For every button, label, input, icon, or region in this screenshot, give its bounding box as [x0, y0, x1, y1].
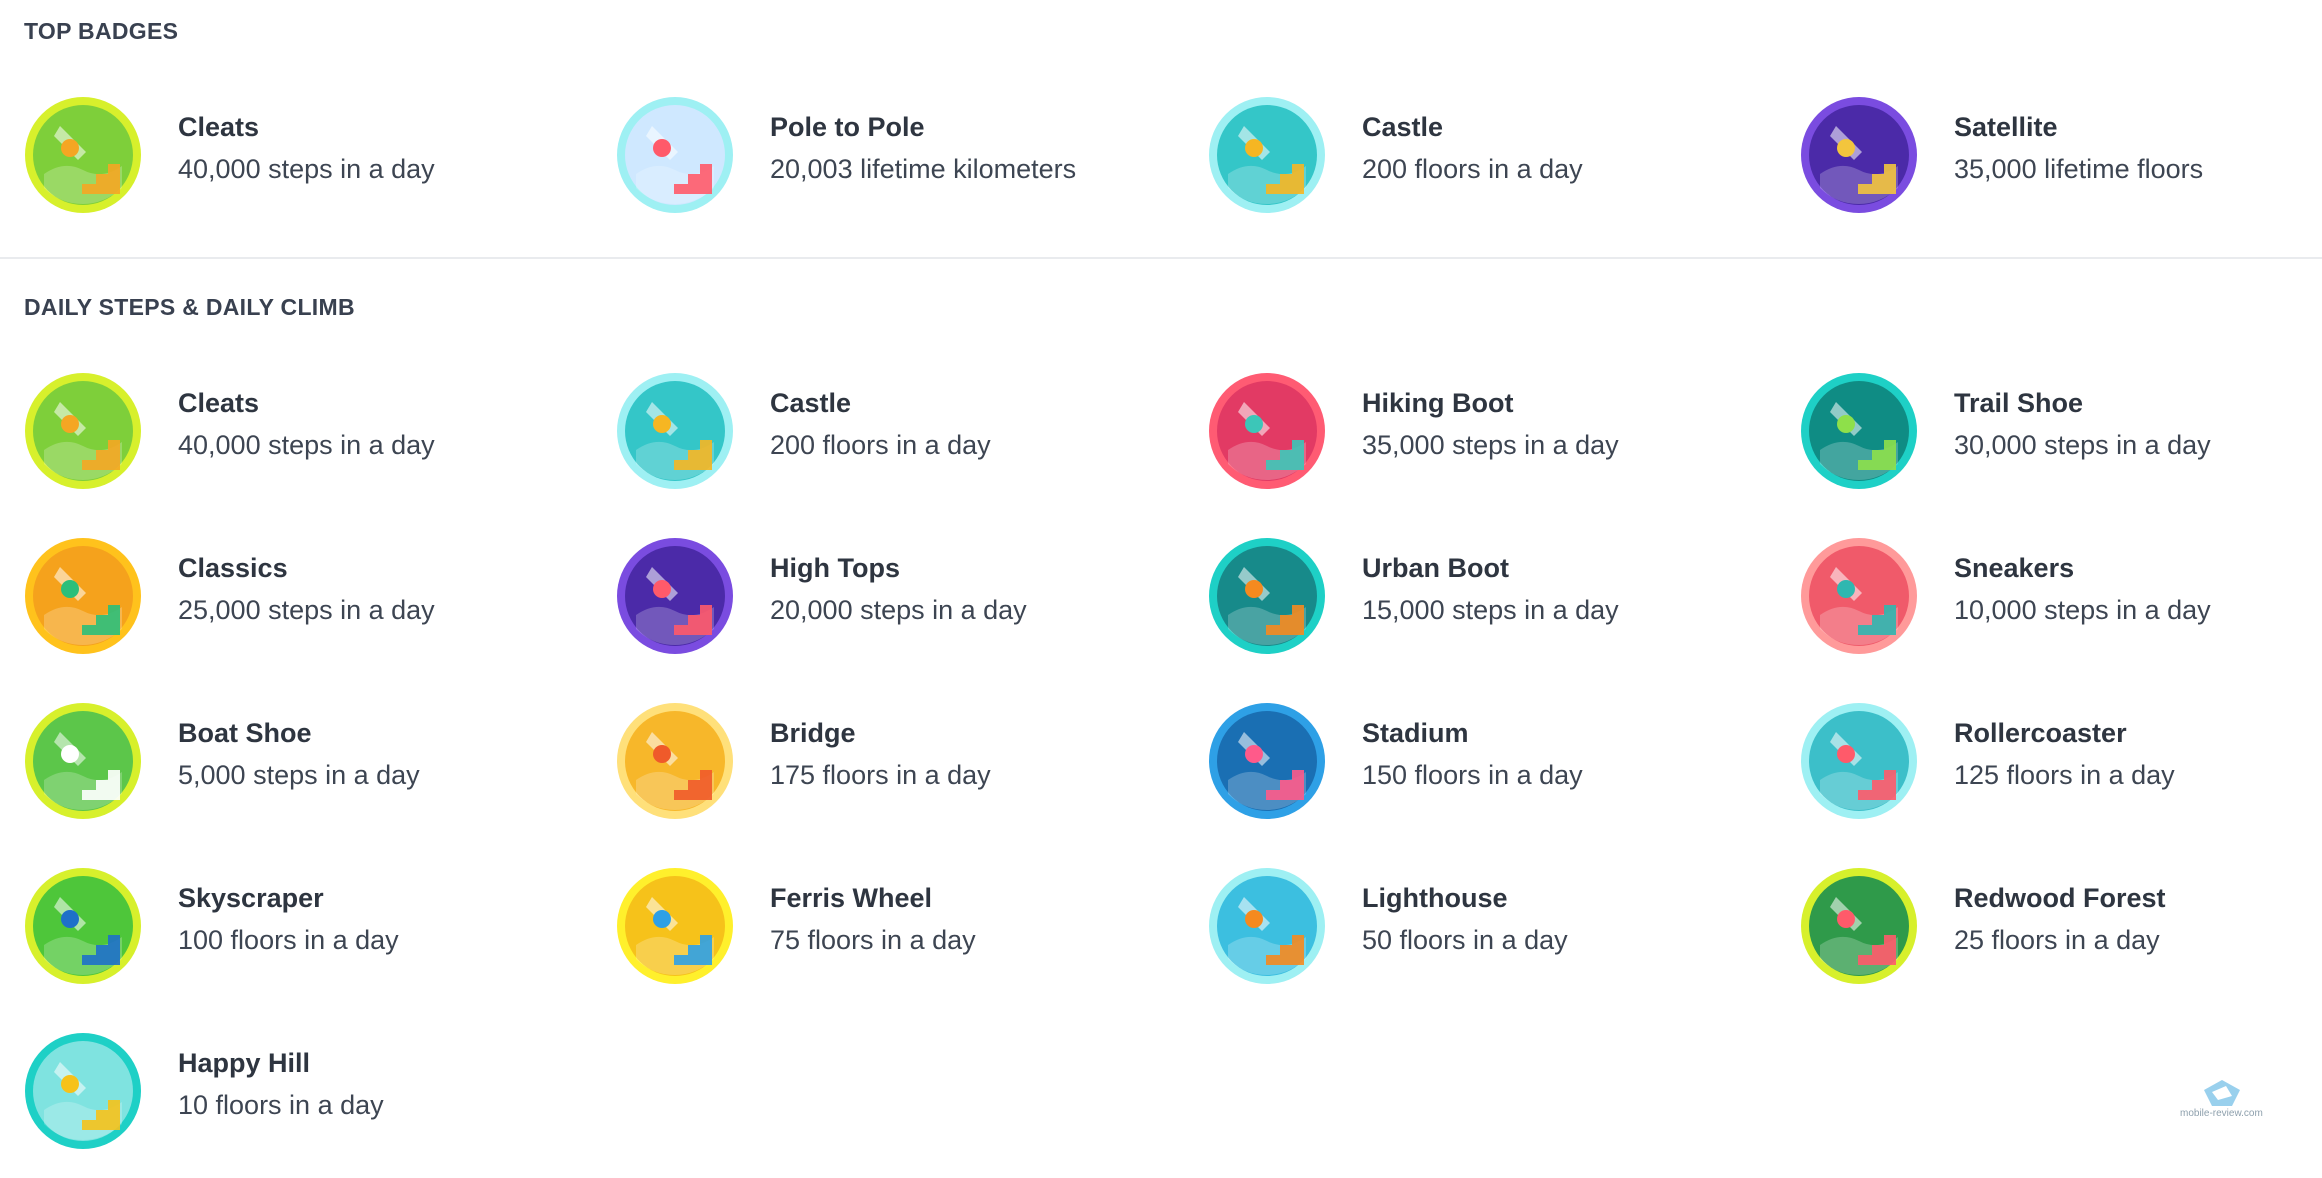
- badge-bridge[interactable]: Bridge 175 floors in a day: [616, 702, 1196, 822]
- badge-hiking-boot[interactable]: Hiking Boot 35,000 steps in a day: [1208, 372, 1788, 492]
- badge-name: High Tops: [770, 553, 900, 583]
- badge-name: Bridge: [770, 718, 856, 748]
- badge-pole[interactable]: Pole to Pole 20,003 lifetime kilometers: [616, 96, 1196, 216]
- badge-description: 15,000 steps in a day: [1362, 595, 1619, 625]
- badge-castle[interactable]: Castle 200 floors in a day: [1208, 96, 1788, 216]
- badge-castle[interactable]: Castle 200 floors in a day: [616, 372, 1196, 492]
- trail-shoe-icon: [1800, 372, 1918, 490]
- badge-description: 40,000 steps in a day: [178, 430, 435, 460]
- cleats-icon: [24, 96, 142, 214]
- cleats-icon: [24, 372, 142, 490]
- badge-description: 25 floors in a day: [1954, 925, 2160, 955]
- badge-name: Castle: [1362, 112, 1444, 142]
- badge-description: 200 floors in a day: [770, 430, 991, 460]
- badge-sneakers[interactable]: Sneakers 10,000 steps in a day: [1800, 537, 2322, 657]
- badge-description: 125 floors in a day: [1954, 760, 2175, 790]
- badge-name: Urban Boot: [1362, 553, 1509, 583]
- sneakers-icon: [1800, 537, 1918, 655]
- bridge-icon: [616, 702, 734, 820]
- section-title-daily-steps-climb: DAILY STEPS & DAILY CLIMB: [24, 294, 355, 320]
- badge-description: 50 floors in a day: [1362, 925, 1568, 955]
- badge-name: Stadium: [1362, 718, 1469, 748]
- badge-name: Boat Shoe: [178, 718, 312, 748]
- section-title-top-badges: TOP BADGES: [24, 18, 179, 44]
- rollercoaster-icon: [1800, 702, 1918, 820]
- badge-description: 10 floors in a day: [178, 1090, 384, 1120]
- badge-high-tops[interactable]: High Tops 20,000 steps in a day: [616, 537, 1196, 657]
- castle-icon: [1208, 96, 1326, 214]
- badge-description: 35,000 steps in a day: [1362, 430, 1619, 460]
- boat-shoe-icon: [24, 702, 142, 820]
- badge-name: Sneakers: [1954, 553, 2075, 583]
- badge-satellite[interactable]: Satellite 35,000 lifetime floors: [1800, 96, 2322, 216]
- skyscraper-icon: [24, 867, 142, 985]
- badge-lighthouse[interactable]: Lighthouse 50 floors in a day: [1208, 867, 1788, 987]
- urban-boot-icon: [1208, 537, 1326, 655]
- badge-description: 30,000 steps in a day: [1954, 430, 2211, 460]
- satellite-icon: [1800, 96, 1918, 214]
- badge-name: Cleats: [178, 388, 260, 418]
- badge-cleats[interactable]: Cleats 40,000 steps in a day: [24, 96, 604, 216]
- badge-name: Cleats: [178, 112, 260, 142]
- badge-description: 10,000 steps in a day: [1954, 595, 2211, 625]
- badge-description: 20,000 steps in a day: [770, 595, 1027, 625]
- badge-classics[interactable]: Classics 25,000 steps in a day: [24, 537, 604, 657]
- badge-name: Castle: [770, 388, 852, 418]
- badge-description: 5,000 steps in a day: [178, 760, 420, 790]
- badge-description: 200 floors in a day: [1362, 154, 1583, 184]
- badge-description: 20,003 lifetime kilometers: [770, 154, 1077, 184]
- badge-stadium[interactable]: Stadium 150 floors in a day: [1208, 702, 1788, 822]
- badge-description: 35,000 lifetime floors: [1954, 154, 2204, 184]
- badge-name: Pole to Pole: [770, 112, 925, 142]
- badge-name: Redwood Forest: [1954, 883, 2166, 913]
- happy-hill-icon: [24, 1032, 142, 1150]
- badge-description: 175 floors in a day: [770, 760, 991, 790]
- badge-name: Satellite: [1954, 112, 2058, 142]
- pole-icon: [616, 96, 734, 214]
- badge-skyscraper[interactable]: Skyscraper 100 floors in a day: [24, 867, 604, 987]
- castle-icon: [616, 372, 734, 490]
- badge-name: Trail Shoe: [1954, 388, 2084, 418]
- badge-rollercoaster[interactable]: Rollercoaster 125 floors in a day: [1800, 702, 2322, 822]
- badge-name: Classics: [178, 553, 288, 583]
- badge-ferris-wheel[interactable]: Ferris Wheel 75 floors in a day: [616, 867, 1196, 987]
- badge-name: Happy Hill: [178, 1048, 311, 1078]
- redwood-forest-icon: [1800, 867, 1918, 985]
- badge-trail-shoe[interactable]: Trail Shoe 30,000 steps in a day: [1800, 372, 2322, 492]
- badge-urban-boot[interactable]: Urban Boot 15,000 steps in a day: [1208, 537, 1788, 657]
- badge-name: Ferris Wheel: [770, 883, 933, 913]
- stadium-icon: [1208, 702, 1326, 820]
- badge-boat-shoe[interactable]: Boat Shoe 5,000 steps in a day: [24, 702, 604, 822]
- watermark-text: mobile-review.com: [2180, 1108, 2263, 1119]
- section-divider: [0, 257, 2322, 259]
- ferris-wheel-icon: [616, 867, 734, 985]
- badge-cleats[interactable]: Cleats 40,000 steps in a day: [24, 372, 604, 492]
- badge-description: 40,000 steps in a day: [178, 154, 435, 184]
- badge-name: Hiking Boot: [1362, 388, 1514, 418]
- badge-description: 100 floors in a day: [178, 925, 399, 955]
- badge-name: Lighthouse: [1362, 883, 1508, 913]
- high-tops-icon: [616, 537, 734, 655]
- classics-icon: [24, 537, 142, 655]
- badge-happy-hill[interactable]: Happy Hill 10 floors in a day: [24, 1032, 604, 1152]
- badge-name: Skyscraper: [178, 883, 324, 913]
- badge-redwood-forest[interactable]: Redwood Forest 25 floors in a day: [1800, 867, 2322, 987]
- badge-description: 150 floors in a day: [1362, 760, 1583, 790]
- badge-name: Rollercoaster: [1954, 718, 2127, 748]
- badge-description: 75 floors in a day: [770, 925, 976, 955]
- badge-description: 25,000 steps in a day: [178, 595, 435, 625]
- hiking-boot-icon: [1208, 372, 1326, 490]
- lighthouse-icon: [1208, 867, 1326, 985]
